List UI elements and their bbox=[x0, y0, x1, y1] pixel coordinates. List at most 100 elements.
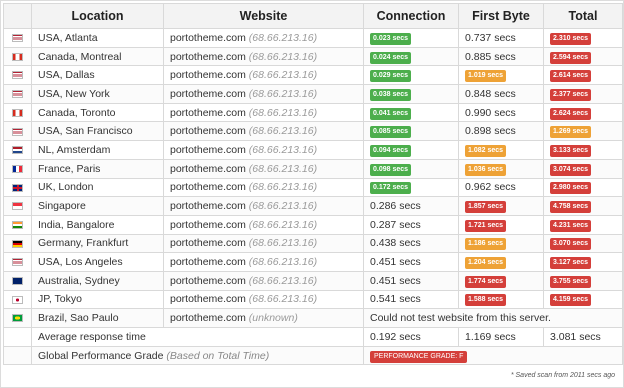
table-row: USA, New York portotheme.com (68.66.213.1… bbox=[3, 84, 623, 104]
first-byte-cell: 1.857 secs bbox=[458, 196, 544, 216]
flag-icon bbox=[12, 183, 23, 192]
average-row: Average response time 0.192 secs 1.169 s… bbox=[3, 327, 623, 347]
total-value: 4.758 secs bbox=[550, 201, 592, 214]
location-cell: USA, Los Angeles bbox=[31, 252, 164, 272]
table-row: Germany, Frankfurt portotheme.com (68.66.… bbox=[3, 233, 623, 254]
site-name: portotheme.com bbox=[170, 218, 246, 231]
table-row: France, Paris portotheme.com (68.66.213.1… bbox=[3, 158, 623, 179]
site-name: portotheme.com bbox=[170, 162, 246, 175]
connection-value: 0.287 secs bbox=[370, 218, 421, 231]
connection-value: 0.451 secs bbox=[370, 256, 421, 269]
table-row: USA, Atlanta portotheme.com (68.66.213.16… bbox=[3, 28, 623, 48]
site-ip: (68.66.213.16) bbox=[248, 50, 318, 63]
grade-sub: (Based on Total Time) bbox=[166, 349, 270, 362]
location-cell: USA, Atlanta bbox=[31, 28, 164, 48]
average-label: Average response time bbox=[31, 327, 364, 347]
first-byte-value: 1.186 secs bbox=[465, 238, 507, 251]
connection-cell: 0.085 secs bbox=[363, 121, 459, 142]
total-value: 3.127 secs bbox=[550, 257, 592, 270]
website-cell: portotheme.com (68.66.213.16) bbox=[163, 28, 364, 48]
location-cell: India, Bangalore bbox=[31, 214, 164, 235]
total-cell: 3.074 secs bbox=[543, 158, 623, 179]
connection-cell: 0.098 secs bbox=[363, 158, 459, 179]
first-byte-value: 1.721 secs bbox=[465, 219, 507, 232]
total-cell: 1.269 secs bbox=[543, 121, 623, 142]
connection-cell: 0.041 secs bbox=[363, 102, 459, 123]
flag-icon bbox=[12, 164, 23, 173]
total-cell: 2.614 secs bbox=[543, 65, 623, 86]
website-cell: portotheme.com (68.66.213.16) bbox=[163, 140, 364, 160]
location-cell: Singapore bbox=[31, 196, 164, 216]
website-cell: portotheme.com (68.66.213.16) bbox=[163, 289, 364, 310]
table-row: NL, Amsterdam portotheme.com (68.66.213.1… bbox=[3, 140, 623, 160]
site-name: portotheme.com bbox=[170, 143, 246, 156]
connection-cell: 0.172 secs bbox=[363, 177, 459, 198]
site-ip: (68.66.213.16) bbox=[248, 293, 318, 306]
total-cell: 3.127 secs bbox=[543, 252, 623, 272]
total-cell: 4.758 secs bbox=[543, 196, 623, 216]
connection-cell: 0.286 secs bbox=[363, 196, 459, 216]
total-cell: 2.624 secs bbox=[543, 102, 623, 123]
total-value: 2.624 secs bbox=[550, 107, 592, 120]
connection-value: 0.451 secs bbox=[370, 274, 421, 287]
first-byte-value: 0.885 secs bbox=[465, 50, 516, 63]
site-ip: (68.66.213.16) bbox=[248, 218, 318, 231]
total-value: 4.159 secs bbox=[550, 294, 592, 307]
first-byte-value: 1.588 secs bbox=[465, 294, 507, 307]
total-cell: 2.377 secs bbox=[543, 84, 623, 104]
grade-label: Global Performance Grade bbox=[38, 349, 164, 362]
error-message: Could not test website from this server. bbox=[363, 308, 623, 328]
location-cell: NL, Amsterdam bbox=[31, 140, 164, 160]
first-byte-cell: 1.774 secs bbox=[458, 270, 544, 291]
first-byte-value: 0.962 secs bbox=[465, 181, 516, 194]
scan-note: * Saved scan from 2011 secs ago bbox=[510, 372, 615, 379]
site-name: portotheme.com bbox=[170, 237, 246, 250]
total-cell: 3.133 secs bbox=[543, 140, 623, 160]
results-panel: Location Website Connection First Byte T… bbox=[0, 0, 624, 388]
connection-cell: 0.438 secs bbox=[363, 233, 459, 254]
header-connection: Connection bbox=[363, 3, 459, 29]
site-name: portotheme.com bbox=[170, 181, 246, 194]
flag-icon bbox=[12, 71, 23, 80]
flag-icon bbox=[12, 52, 23, 61]
connection-cell: 0.451 secs bbox=[363, 252, 459, 272]
flag-icon bbox=[12, 277, 23, 285]
connection-value: 0.029 secs bbox=[370, 70, 412, 83]
connection-value: 0.094 secs bbox=[370, 144, 412, 157]
connection-value: 0.286 secs bbox=[370, 200, 421, 213]
table-row: USA, San Francisco portotheme.com (68.66.… bbox=[3, 121, 623, 142]
website-cell: portotheme.com (68.66.213.16) bbox=[163, 177, 364, 198]
performance-grade-badge: PERFORMANCE GRADE: F bbox=[370, 350, 468, 363]
header-flag bbox=[3, 3, 32, 29]
site-ip: (68.66.213.16) bbox=[248, 162, 318, 175]
total-cell: 4.231 secs bbox=[543, 214, 623, 235]
first-byte-value: 1.204 secs bbox=[465, 257, 507, 270]
flag-icon bbox=[12, 127, 23, 136]
connection-cell: 0.029 secs bbox=[363, 65, 459, 86]
connection-value: 0.172 secs bbox=[370, 182, 412, 195]
header-first-byte: First Byte bbox=[458, 3, 544, 29]
average-connection: 0.192 secs bbox=[363, 327, 459, 347]
site-name: portotheme.com bbox=[170, 50, 246, 63]
total-value: 2.594 secs bbox=[550, 51, 592, 64]
table-row: Canada, Toronto portotheme.com (68.66.213… bbox=[3, 102, 623, 123]
connection-cell: 0.038 secs bbox=[363, 84, 459, 104]
site-ip: (68.66.213.16) bbox=[248, 274, 318, 287]
first-byte-value: 1.082 secs bbox=[465, 144, 507, 157]
table-header-row: Location Website Connection First Byte T… bbox=[3, 3, 623, 29]
website-cell: portotheme.com (68.66.213.16) bbox=[163, 233, 364, 254]
first-byte-cell: 1.186 secs bbox=[458, 233, 544, 254]
connection-cell: 0.094 secs bbox=[363, 140, 459, 160]
first-byte-cell: 0.898 secs bbox=[458, 121, 544, 142]
site-name: portotheme.com bbox=[170, 106, 246, 119]
flag-icon bbox=[12, 239, 23, 248]
flag-icon bbox=[12, 314, 23, 323]
website-cell: portotheme.com (68.66.213.16) bbox=[163, 65, 364, 86]
site-name: portotheme.com bbox=[170, 87, 246, 100]
total-value: 2.377 secs bbox=[550, 88, 592, 101]
results-table: Location Website Connection First Byte T… bbox=[3, 3, 623, 366]
location-cell: USA, San Francisco bbox=[31, 121, 164, 142]
total-value: 3.133 secs bbox=[550, 144, 592, 157]
table-row: UK, London portotheme.com (68.66.213.16) 0… bbox=[3, 177, 623, 198]
connection-value: 0.041 secs bbox=[370, 107, 412, 120]
